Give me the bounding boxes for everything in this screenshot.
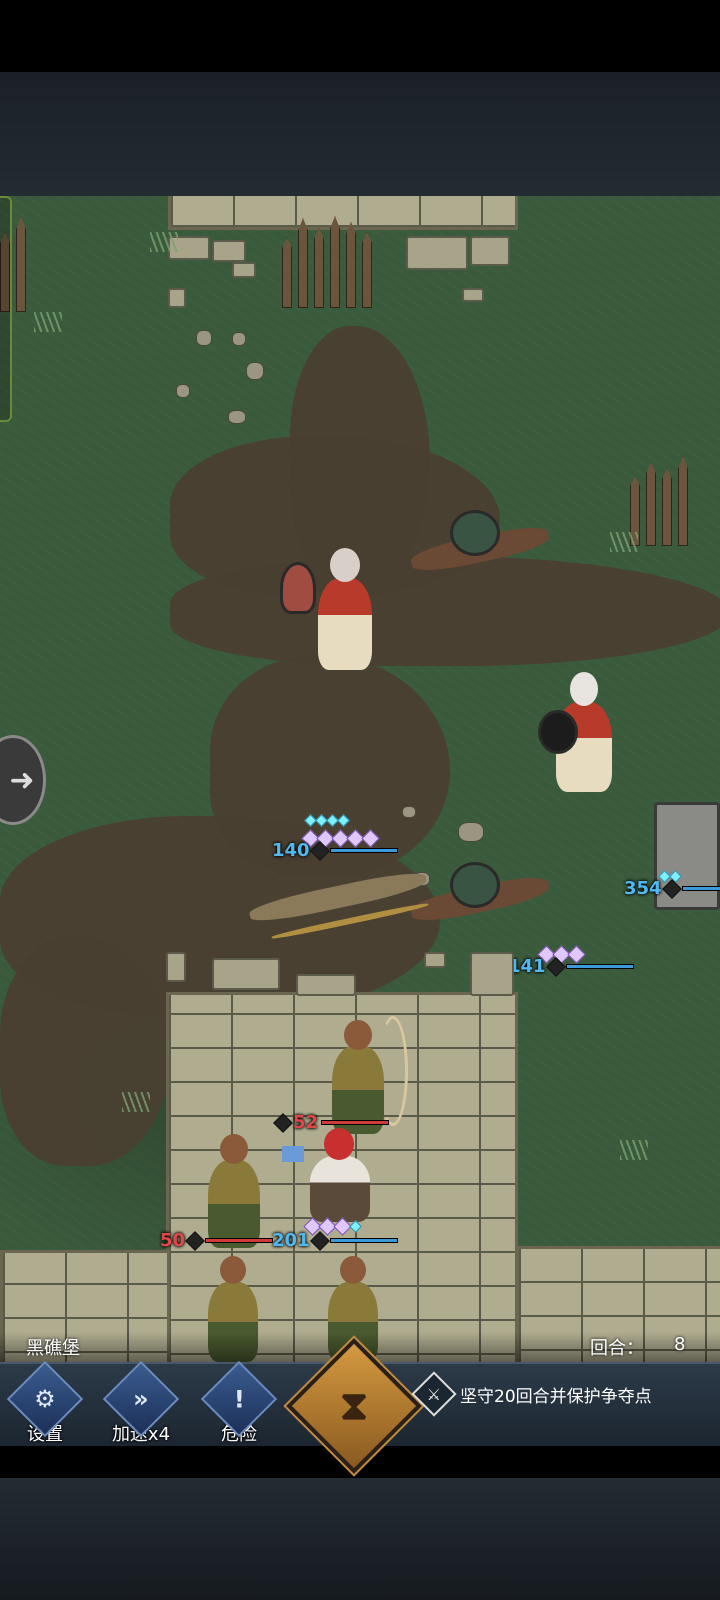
objective-text: 坚守20回合并保护争夺点 [460, 1386, 652, 1407]
ally-hp-bar: 50 [160, 1230, 274, 1251]
danger-button[interactable]: ! 危险 [196, 1360, 282, 1448]
unit-head [220, 1256, 246, 1284]
unit-head [570, 672, 598, 706]
grass-tuft [150, 232, 178, 252]
crossed-swords-icon: ⚔ [426, 1384, 442, 1404]
rock [228, 410, 246, 424]
enemy-hp-bar: 140 [272, 840, 398, 861]
stone [296, 974, 356, 996]
ally-hero-commander[interactable] [282, 1126, 386, 1226]
hp-value: 140 [272, 840, 310, 861]
stone [470, 952, 514, 996]
hp-diamond-icon [309, 840, 330, 861]
map-name: 黑礁堡 [26, 1338, 80, 1359]
rock [196, 330, 212, 346]
fallen-shield [450, 510, 500, 556]
rock [246, 362, 264, 380]
stone [212, 958, 280, 990]
status-bar-area [0, 0, 720, 72]
rock [232, 332, 246, 346]
hp-value: 50 [160, 1230, 186, 1251]
unit-body [310, 1156, 370, 1222]
hp-value: 354 [624, 878, 662, 899]
exclamation-icon: ! [233, 1384, 245, 1413]
stone [406, 236, 468, 270]
battlefield[interactable]: 140 141 354 52 201 50 [0, 196, 720, 1388]
hp-diamond-icon [309, 1230, 330, 1251]
stone [470, 236, 510, 266]
round-shield [538, 710, 578, 754]
side-panel-tab[interactable] [0, 196, 12, 422]
grass-tuft [34, 312, 62, 332]
hourglass-icon: ⧗ [339, 1383, 369, 1429]
hp-bar [565, 964, 634, 969]
rock [402, 806, 416, 818]
round-counter: 8 [674, 1334, 686, 1355]
hp-bar [329, 848, 398, 853]
hp-bar [321, 1120, 390, 1125]
arrow-right-icon: ➜ [9, 762, 35, 798]
unit-body [318, 578, 372, 670]
stone [424, 952, 446, 968]
wooden-fence [630, 456, 688, 546]
objective-badge: ⚔ [411, 1371, 457, 1417]
fast-forward-icon: » [133, 1384, 149, 1413]
unit-head [330, 548, 360, 582]
stone [166, 952, 186, 982]
top-frame [0, 72, 720, 196]
stone [212, 240, 246, 262]
rock [176, 384, 190, 398]
unit-head [220, 1134, 248, 1164]
hp-diamond-icon [185, 1230, 205, 1251]
wooden-fence [282, 216, 372, 308]
hp-bar [329, 1238, 398, 1243]
enemy-priest[interactable] [534, 662, 634, 802]
bow [378, 1016, 408, 1126]
grass-tuft [122, 1092, 150, 1112]
unit-head [324, 1128, 354, 1160]
enemy-hp-bar: 354 [624, 878, 720, 899]
unit-head [340, 1256, 366, 1284]
bottom-frame [0, 1478, 720, 1600]
settings-button[interactable]: ⚙ 设置 [2, 1360, 88, 1448]
meat-club [280, 562, 316, 614]
rock [458, 822, 484, 842]
speed-button[interactable]: » 加速x4 [98, 1360, 184, 1448]
fallen-shield [450, 862, 500, 908]
gears-icon: ⚙ [34, 1384, 56, 1413]
buff-gems [304, 814, 350, 827]
dirt-path [170, 556, 720, 666]
grass-tuft [610, 532, 638, 552]
enemy-priest[interactable] [280, 540, 390, 680]
stone [232, 262, 256, 278]
hp-diamond-icon [545, 956, 566, 977]
objective-panel[interactable]: ⚔ 坚守20回合并保护争夺点 [411, 1371, 652, 1417]
unit-head [344, 1020, 372, 1050]
grass-tuft [620, 1140, 648, 1160]
hp-diamond-icon [661, 878, 682, 899]
hp-bar [205, 1238, 274, 1243]
hp-bar [681, 886, 720, 891]
enemy-hp-bar: 141 [508, 956, 634, 977]
stone [168, 288, 186, 308]
stone [462, 288, 484, 302]
round-label: 回合： [590, 1338, 644, 1359]
